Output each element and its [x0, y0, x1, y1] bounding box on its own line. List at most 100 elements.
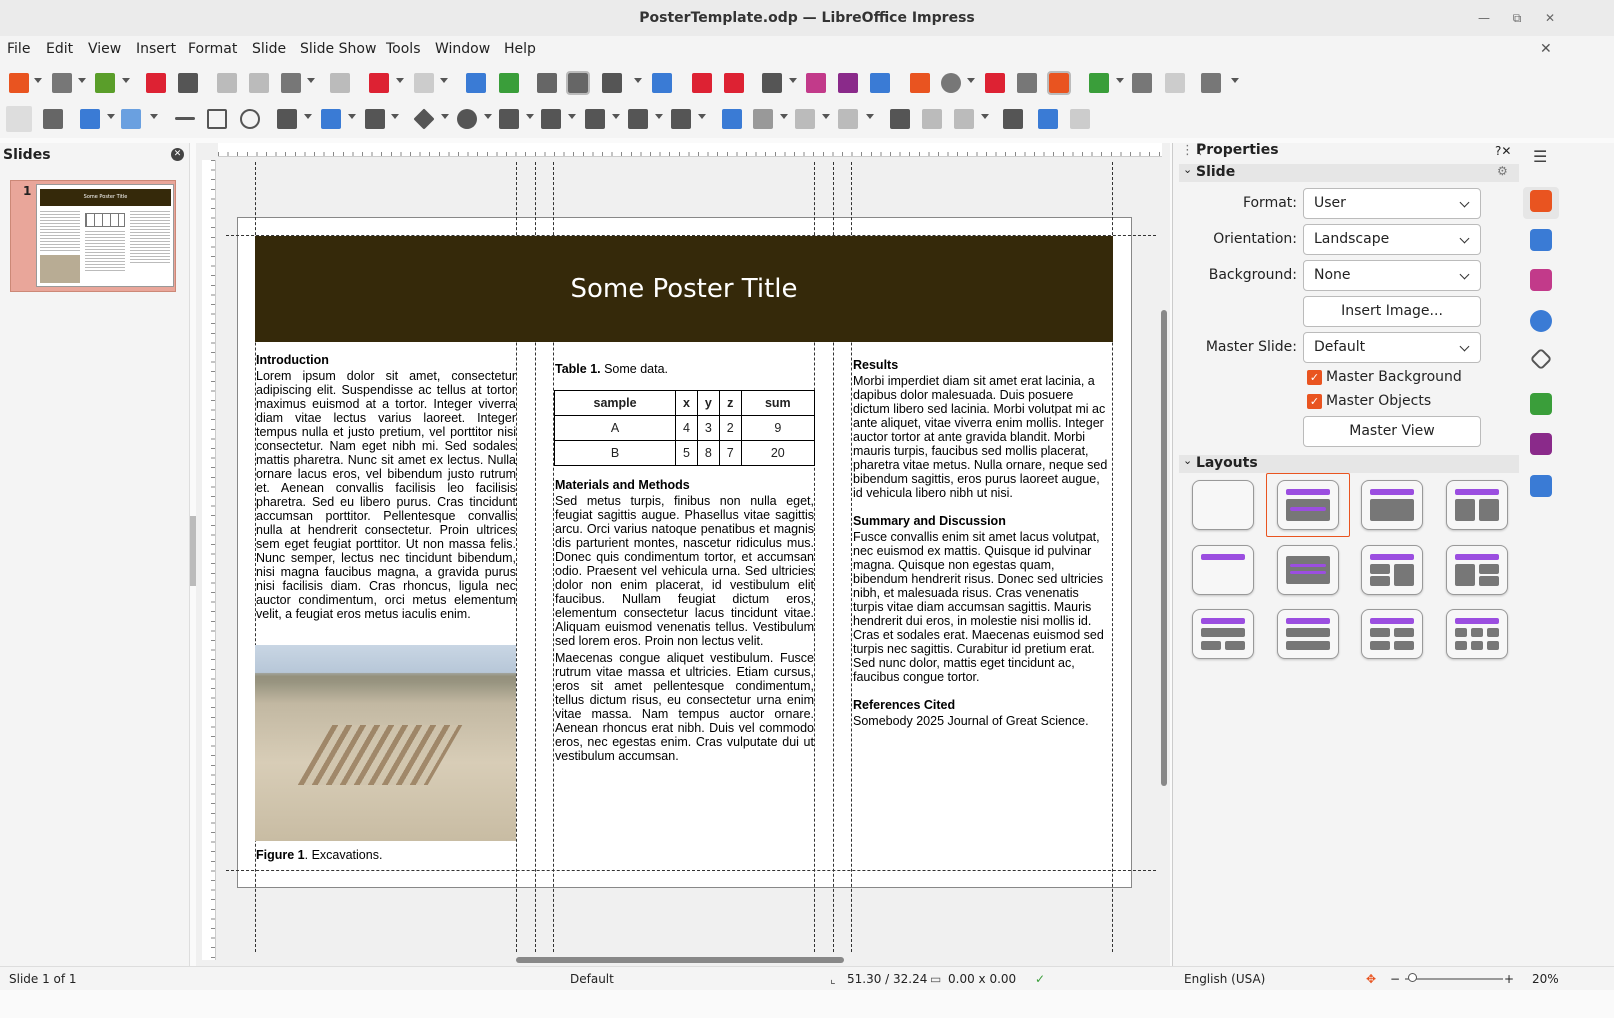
rotate-icon[interactable]: [722, 109, 742, 129]
zoom-out-icon[interactable]: −: [1390, 972, 1400, 986]
table-cell[interactable]: 2: [718, 415, 742, 441]
table-cell[interactable]: 3: [696, 415, 720, 441]
curves-icon[interactable]: [321, 109, 341, 129]
ellipse-icon[interactable]: [240, 109, 260, 129]
open-icon[interactable]: [52, 73, 72, 93]
background-dropdown[interactable]: None: [1303, 260, 1481, 291]
close-pane-icon[interactable]: ✕: [171, 148, 184, 161]
line-icon[interactable]: [175, 117, 195, 120]
help-icon[interactable]: ?✕: [1495, 144, 1511, 158]
chart-icon[interactable]: [870, 73, 890, 93]
clone-formatting-icon[interactable]: [330, 73, 350, 93]
flowchart-icon[interactable]: [541, 109, 561, 129]
vertical-scrollbar[interactable]: [1161, 310, 1167, 786]
basic-shapes-icon[interactable]: [413, 108, 435, 130]
master-objects-checkbox[interactable]: ✓: [1307, 394, 1322, 409]
table-header-cell[interactable]: sum: [740, 390, 816, 416]
table-header-cell[interactable]: y: [696, 390, 720, 416]
menu-slide[interactable]: Slide: [252, 41, 286, 57]
layout-blank[interactable]: [1192, 480, 1254, 530]
master-slides-tab-icon[interactable]: [1530, 475, 1552, 497]
slide-section-header[interactable]: ⌄ Slide ⚙: [1179, 163, 1519, 182]
layout-title-only[interactable]: [1192, 545, 1254, 595]
layout-title-4content[interactable]: [1361, 609, 1423, 659]
shapes-callout-icon[interactable]: [1201, 73, 1221, 93]
fill-color-icon[interactable]: [121, 109, 141, 129]
fit-slide-icon[interactable]: ✥: [1366, 972, 1376, 986]
vertical-ruler[interactable]: [202, 160, 216, 960]
cut-icon[interactable]: [217, 73, 237, 93]
rectangle-icon[interactable]: [207, 109, 227, 129]
master-slide-dropdown[interactable]: Default: [1303, 332, 1481, 363]
new-icon[interactable]: [9, 73, 29, 93]
layouts-section-header[interactable]: ⌄ Layouts: [1179, 454, 1519, 473]
table-cell[interactable]: A: [553, 415, 677, 441]
poster-title[interactable]: Some Poster Title: [255, 236, 1113, 342]
block-arrows-icon[interactable]: [499, 109, 519, 129]
connectors-icon[interactable]: [365, 109, 385, 129]
table-cell[interactable]: 4: [675, 415, 698, 441]
distribute-icon[interactable]: [838, 109, 858, 129]
zoom-in-icon[interactable]: +: [1504, 972, 1514, 986]
master-name[interactable]: Default: [570, 972, 614, 986]
show-comments-icon[interactable]: [1132, 73, 1152, 93]
callout-shapes-icon[interactable]: [585, 109, 605, 129]
table-header-cell[interactable]: sample: [553, 390, 677, 416]
line-color-icon[interactable]: [80, 109, 100, 129]
arrow-line-icon[interactable]: [277, 109, 297, 129]
find-replace-icon[interactable]: [466, 73, 486, 93]
restore-icon[interactable]: ⧉: [1509, 10, 1525, 26]
image-icon[interactable]: [806, 73, 826, 93]
sidebar-menu-icon[interactable]: ☰: [1533, 147, 1547, 166]
start-current-slide-icon[interactable]: [724, 73, 744, 93]
delete-comment-icon[interactable]: [1165, 73, 1185, 93]
menu-help[interactable]: Help: [504, 41, 536, 57]
table-cell[interactable]: 7: [718, 440, 742, 466]
zoom-slider[interactable]: [1405, 978, 1503, 980]
align-icon[interactable]: [753, 109, 773, 129]
document-modified-icon[interactable]: ✓: [1035, 972, 1045, 986]
layout-title-content-2content[interactable]: [1446, 545, 1508, 595]
layout-title-two-content[interactable]: [1446, 480, 1508, 530]
master-view-button[interactable]: Master View: [1303, 416, 1481, 447]
arrange-icon[interactable]: [795, 109, 815, 129]
print-icon[interactable]: [178, 73, 198, 93]
filter-icon[interactable]: [954, 109, 974, 129]
menu-view[interactable]: View: [88, 41, 121, 57]
display-views-icon[interactable]: [602, 73, 622, 93]
paste-icon[interactable]: [281, 73, 301, 93]
figure-caption[interactable]: Figure 1. Excavations.: [256, 848, 516, 862]
textbox-icon[interactable]: [910, 73, 930, 93]
more-options-icon[interactable]: ⚙: [1497, 164, 1508, 178]
gallery-tab-icon[interactable]: [1530, 269, 1552, 291]
menu-slide-show[interactable]: Slide Show: [300, 41, 376, 57]
hyperlink-icon[interactable]: [1017, 73, 1037, 93]
menu-window[interactable]: Window: [435, 41, 490, 57]
crop-icon[interactable]: [922, 109, 942, 129]
navigator-tab-icon[interactable]: [1530, 310, 1552, 332]
slides-pane-collapse-handle[interactable]: [190, 516, 196, 586]
undo-icon[interactable]: [369, 73, 389, 93]
close-document-icon[interactable]: ✕: [1540, 41, 1552, 57]
menu-edit[interactable]: Edit: [46, 41, 73, 57]
layout-title-content-2[interactable]: [1361, 480, 1423, 530]
spelling-icon[interactable]: [499, 73, 519, 93]
table-icon[interactable]: [762, 73, 782, 93]
master-slide-icon[interactable]: [652, 73, 672, 93]
table-cell[interactable]: 8: [696, 440, 720, 466]
helplines-icon[interactable]: [566, 71, 590, 95]
glue-points-icon[interactable]: [1038, 109, 1058, 129]
slide-transition-tab-icon[interactable]: [1530, 393, 1552, 415]
layout-title-6content[interactable]: [1446, 609, 1508, 659]
table-cell[interactable]: 5: [675, 440, 698, 466]
insert-comment-icon[interactable]: [1089, 73, 1109, 93]
save-icon[interactable]: [95, 73, 115, 93]
introduction-textbox[interactable]: Introduction Lorem ipsum dolor sit amet,…: [256, 353, 516, 621]
master-background-checkbox[interactable]: ✓: [1307, 370, 1322, 385]
format-dropdown[interactable]: User: [1303, 188, 1481, 219]
toggle-extrusion-icon[interactable]: [1070, 109, 1090, 129]
copy-icon[interactable]: [249, 73, 269, 93]
symbol-shapes-icon[interactable]: [457, 109, 477, 129]
orientation-dropdown[interactable]: Landscape: [1303, 224, 1481, 255]
table-caption[interactable]: Table 1. Some data.: [555, 362, 815, 376]
